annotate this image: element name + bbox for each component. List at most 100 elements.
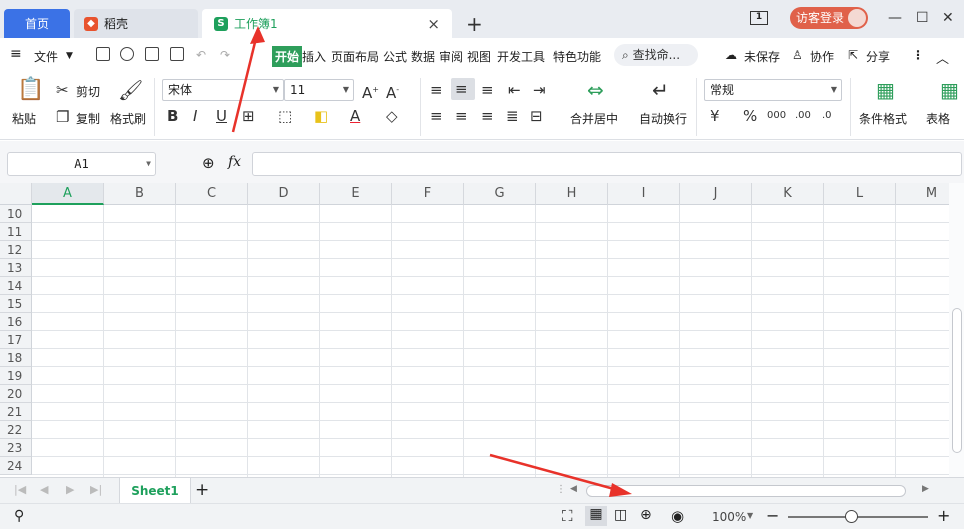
- copy-icon[interactable]: ❐: [56, 109, 69, 125]
- row-header-17[interactable]: 17: [0, 331, 32, 349]
- collab-button[interactable]: 协作: [810, 48, 834, 65]
- row-header-15[interactable]: 15: [0, 295, 32, 313]
- underline-icon[interactable]: U: [216, 108, 227, 124]
- menu-formula[interactable]: 公式: [383, 48, 407, 65]
- zoom-in-button[interactable]: +: [937, 506, 950, 525]
- distributed-icon[interactable]: ⊟: [530, 108, 543, 124]
- reading-mode-icon[interactable]: ◉: [671, 507, 684, 525]
- menu-view[interactable]: 视图: [467, 48, 491, 65]
- decrease-indent-icon[interactable]: ⇤: [508, 82, 521, 98]
- font-size-select[interactable]: 11 ▼: [284, 79, 354, 101]
- row-header-16[interactable]: 16: [0, 313, 32, 331]
- currency-icon[interactable]: ¥: [710, 108, 720, 124]
- conditional-format-icon[interactable]: ▦: [876, 80, 895, 100]
- wrap-text-button[interactable]: 自动换行: [639, 110, 687, 127]
- format-painter-icon[interactable]: 🖌: [118, 80, 143, 100]
- conditional-format-button[interactable]: 条件格式: [859, 110, 907, 127]
- row-header-13[interactable]: 13: [0, 259, 32, 277]
- menu-developer[interactable]: 开发工具: [497, 48, 545, 65]
- zoom-slider-handle[interactable]: [845, 510, 858, 523]
- page-layout-view-icon[interactable]: ◫: [614, 507, 627, 523]
- vertical-scroll-thumb[interactable]: [952, 308, 962, 453]
- copy-button[interactable]: 复制: [76, 110, 100, 127]
- bold-icon[interactable]: B: [167, 108, 178, 124]
- table-style-button[interactable]: 表格: [926, 110, 950, 127]
- percent-icon[interactable]: %: [743, 108, 757, 124]
- next-sheet-icon[interactable]: ▶: [66, 483, 74, 496]
- cut-button[interactable]: 剪切: [76, 83, 100, 100]
- more-arrow-icon[interactable]: ›: [250, 51, 254, 61]
- collapse-ribbon-icon[interactable]: ︿: [936, 48, 949, 67]
- align-right-icon[interactable]: ≡: [481, 108, 494, 124]
- tab-home[interactable]: 首页: [4, 9, 70, 38]
- merge-center-button[interactable]: 合并居中: [570, 110, 618, 127]
- increase-font-icon[interactable]: A+: [362, 82, 379, 101]
- paste-button[interactable]: 粘贴: [12, 110, 36, 127]
- hamburger-menu-icon[interactable]: ≡: [10, 46, 22, 62]
- first-sheet-icon[interactable]: |◀: [14, 483, 26, 496]
- align-top-icon[interactable]: ≡: [430, 82, 443, 98]
- justify-icon[interactable]: ≣: [506, 108, 519, 124]
- zoom-formula-icon[interactable]: ⊕: [202, 154, 215, 172]
- unsaved-status[interactable]: 未保存: [744, 48, 780, 65]
- function-icon[interactable]: fx: [228, 154, 241, 170]
- tab-daoke[interactable]: ◆ 稻壳: [74, 9, 198, 38]
- add-sheet-button[interactable]: +: [195, 480, 209, 500]
- format-painter-button[interactable]: 格式刷: [110, 110, 146, 127]
- menu-review[interactable]: 审阅: [439, 48, 463, 65]
- prev-sheet-icon[interactable]: ◀: [40, 483, 48, 496]
- table-style-icon[interactable]: ▦: [940, 80, 959, 100]
- window-count-icon[interactable]: 1: [750, 11, 768, 25]
- login-button[interactable]: 访客登录: [790, 7, 868, 29]
- row-header-23[interactable]: 23: [0, 439, 32, 457]
- menu-file[interactable]: 文件: [34, 48, 58, 65]
- row-header-10[interactable]: 10: [0, 205, 32, 223]
- scroll-left-icon[interactable]: ◀: [570, 484, 577, 494]
- fill-style-icon[interactable]: ⬚: [278, 108, 292, 124]
- fullscreen-icon[interactable]: ⛶: [562, 507, 573, 525]
- merge-center-icon[interactable]: ⇔: [587, 80, 604, 100]
- normal-view-icon[interactable]: ▦: [585, 506, 607, 526]
- wrap-text-icon[interactable]: ↵: [652, 80, 669, 100]
- export-icon[interactable]: [120, 47, 134, 61]
- menu-data[interactable]: 数据: [411, 48, 435, 65]
- menu-page-layout[interactable]: 页面布局: [331, 48, 379, 65]
- last-sheet-icon[interactable]: ▶|: [90, 483, 102, 496]
- page-break-view-icon[interactable]: ⊕: [640, 507, 652, 523]
- cell-area[interactable]: 10 11 12 13 14 15 16 17 18 19 20 21 22 23 24: [0, 183, 949, 477]
- chevron-down-icon[interactable]: ▼: [747, 511, 753, 520]
- macro-icon[interactable]: ⚲: [14, 508, 24, 524]
- sheet-tab-sheet1[interactable]: Sheet1: [119, 478, 191, 504]
- menu-start[interactable]: 开始: [272, 46, 303, 67]
- scroll-right-icon[interactable]: ▶: [922, 484, 929, 494]
- horizontal-scroll-thumb[interactable]: [586, 485, 906, 497]
- zoom-out-button[interactable]: −: [766, 506, 779, 525]
- row-header-18[interactable]: 18: [0, 349, 32, 367]
- font-name-select[interactable]: 宋体 ▼: [162, 79, 284, 101]
- align-bottom-icon[interactable]: ≡: [481, 82, 494, 98]
- fill-color-icon[interactable]: ◧: [314, 108, 328, 124]
- search-command-input[interactable]: ⌕ 查找命...: [614, 44, 698, 66]
- row-header-22[interactable]: 22: [0, 421, 32, 439]
- print-icon[interactable]: [145, 47, 159, 61]
- chevron-down-icon[interactable]: ▼: [66, 51, 73, 61]
- row-header-21[interactable]: 21: [0, 403, 32, 421]
- increase-decimal-icon[interactable]: .00: [795, 108, 811, 124]
- align-left-icon[interactable]: ≡: [430, 108, 443, 124]
- thousands-icon[interactable]: 000: [767, 108, 786, 124]
- row-header-24[interactable]: 24: [0, 457, 32, 475]
- vertical-scrollbar[interactable]: [949, 183, 964, 477]
- row-header-11[interactable]: 11: [0, 223, 32, 241]
- cut-icon[interactable]: ✂: [56, 82, 69, 98]
- share-button[interactable]: 分享: [866, 48, 890, 65]
- print-preview-icon[interactable]: [170, 47, 184, 61]
- italic-icon[interactable]: I: [193, 108, 197, 124]
- align-center-icon[interactable]: ≡: [455, 108, 468, 124]
- row-header-12[interactable]: 12: [0, 241, 32, 259]
- menu-insert[interactable]: 插入: [302, 48, 326, 65]
- splitter-icon[interactable]: ⋮: [556, 484, 566, 495]
- row-header-14[interactable]: 14: [0, 277, 32, 295]
- row-header-20[interactable]: 20: [0, 385, 32, 403]
- name-box[interactable]: A1 ▼: [7, 152, 156, 176]
- menu-features[interactable]: 特色功能: [553, 48, 601, 65]
